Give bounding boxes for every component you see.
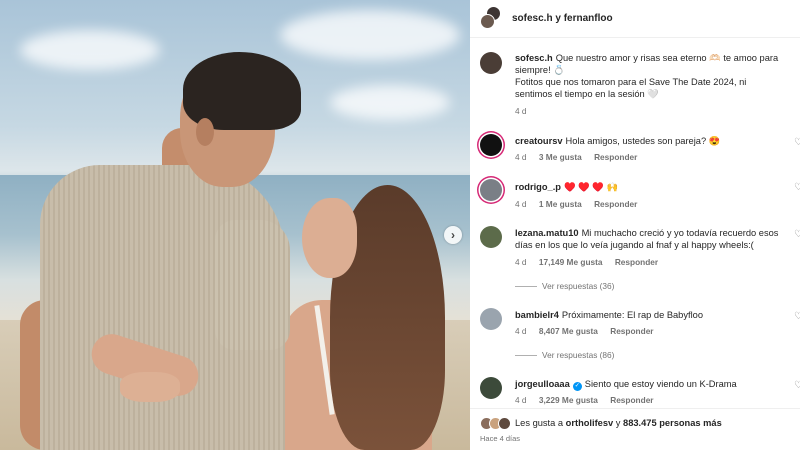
comment-likes[interactable]: 3,229 Me gusta xyxy=(539,395,598,405)
photo-woman-face xyxy=(302,198,357,278)
comment-text: rodrigo_.p ♥️ ♥️ ♥️ 🙌 xyxy=(515,181,785,193)
post-footer: Les gusta a ortholifesv y 883.475 person… xyxy=(470,408,800,450)
comment-body: Hola amigos, ustedes son pareja? 😍 xyxy=(565,136,721,146)
photo-man-ear xyxy=(196,118,214,146)
view-replies-button[interactable]: Ver respuestas (36) xyxy=(515,281,614,291)
comment-likes[interactable]: 8,407 Me gusta xyxy=(539,326,598,336)
photo-woman-hand xyxy=(120,372,180,402)
caption-text: sofesc.h Que nuestro amor y risas sea ete… xyxy=(515,52,785,100)
caption-body-line2: Fotitos que nos tomaron para el Save The… xyxy=(515,77,747,99)
post-side-panel: sofesc.h y fernanfloo sofesc.h Que nuestr… xyxy=(470,0,800,450)
comment-text: creatoursv Hola amigos, ustedes son parej… xyxy=(515,135,785,147)
comment-time[interactable]: 4 d xyxy=(515,199,527,209)
comment-username[interactable]: lezana.matu10 xyxy=(515,228,579,238)
post-time[interactable]: Hace 4 días xyxy=(480,434,520,443)
replies-divider xyxy=(515,355,537,357)
likes-user[interactable]: ortholifesv xyxy=(566,418,614,428)
reply-button[interactable]: Responder xyxy=(615,257,658,267)
comment-body: Siento que estoy viendo un K-Drama xyxy=(584,379,737,389)
comment-meta: 4 d 1 Me gusta Responder xyxy=(515,199,647,209)
comment-body: ♥️ ♥️ ♥️ 🙌 xyxy=(563,182,619,192)
comment-likes[interactable]: 1 Me gusta xyxy=(539,199,582,209)
comment-time[interactable]: 4 d xyxy=(515,326,527,336)
heart-outline-icon[interactable]: ♡ xyxy=(794,380,800,391)
view-replies-label: Ver respuestas (36) xyxy=(542,281,615,291)
comment-time[interactable]: 4 d xyxy=(515,257,527,267)
comment-username[interactable]: jorgeulloaaa xyxy=(515,379,570,389)
liker-avatars[interactable] xyxy=(480,417,520,431)
replies-divider xyxy=(515,286,537,288)
caption-meta: 4 d xyxy=(515,106,537,116)
likes-and: y xyxy=(615,418,621,428)
comment-likes[interactable]: 17,149 Me gusta xyxy=(539,257,603,267)
comment-time[interactable]: 4 d xyxy=(515,152,527,162)
chevron-right-icon: › xyxy=(451,228,455,242)
heart-outline-icon[interactable]: ♡ xyxy=(794,137,800,148)
comment-username[interactable]: bambielr4 xyxy=(515,310,559,320)
caption-username[interactable]: sofesc.h xyxy=(515,53,553,63)
collab-avatars[interactable] xyxy=(480,6,504,30)
post-authors[interactable]: sofesc.h y fernanfloo xyxy=(512,13,613,24)
reply-button[interactable]: Responder xyxy=(610,395,653,405)
photo-cloud xyxy=(330,85,450,120)
view-replies-label: Ver respuestas (86) xyxy=(542,350,615,360)
comment-text: jorgeulloaaa ✓ Siento que estoy viendo un … xyxy=(515,378,785,391)
caption-body-line1: Que nuestro amor y risas sea eterno 🫶🏻 t… xyxy=(515,53,779,75)
avatar xyxy=(480,14,495,29)
comment-username[interactable]: creatoursv xyxy=(515,136,563,146)
comment-meta: 4 d 3,229 Me gusta Responder xyxy=(515,395,664,405)
avatar[interactable] xyxy=(480,134,502,156)
avatar[interactable] xyxy=(480,52,502,74)
heart-outline-icon[interactable]: ♡ xyxy=(794,182,800,193)
photo-cloud xyxy=(20,30,160,70)
avatar xyxy=(498,417,511,430)
reply-button[interactable]: Responder xyxy=(594,152,637,162)
comment-time[interactable]: 4 d xyxy=(515,395,527,405)
comment-text: bambielr4 Próximamente: El rap de Babyflo… xyxy=(515,309,785,321)
reply-button[interactable]: Responder xyxy=(610,326,653,336)
comment-body: Próximamente: El rap de Babyfloo xyxy=(561,310,703,320)
carousel-next-button[interactable]: › xyxy=(444,226,462,244)
comment-username[interactable]: rodrigo_.p xyxy=(515,182,561,192)
comment-likes[interactable]: 3 Me gusta xyxy=(539,152,582,162)
caption-time[interactable]: 4 d xyxy=(515,106,527,116)
post-photo[interactable]: › xyxy=(0,0,470,450)
reply-button[interactable]: Responder xyxy=(594,199,637,209)
likes-prefix: Les gusta a xyxy=(515,418,564,428)
view-replies-button[interactable]: Ver respuestas (86) xyxy=(515,350,614,360)
post-header: sofesc.h y fernanfloo xyxy=(470,0,800,38)
avatar[interactable] xyxy=(480,377,502,399)
avatar[interactable] xyxy=(480,179,502,201)
heart-outline-icon[interactable]: ♡ xyxy=(794,311,800,322)
likes-count[interactable]: 883.475 personas más xyxy=(623,418,722,428)
avatar[interactable] xyxy=(480,308,502,330)
likes-summary[interactable]: Les gusta a ortholifesv y 883.475 person… xyxy=(515,418,722,428)
photo-man-sleeve xyxy=(215,220,290,350)
photo-cloud xyxy=(280,10,460,60)
avatar[interactable] xyxy=(480,226,502,248)
verified-badge-icon: ✓ xyxy=(572,382,582,391)
comment-meta: 4 d 3 Me gusta Responder xyxy=(515,152,647,162)
comment-meta: 4 d 17,149 Me gusta Responder xyxy=(515,257,668,267)
comment-text: lezana.matu10 Mi muchacho creció y yo tod… xyxy=(515,227,785,251)
comment-meta: 4 d 8,407 Me gusta Responder xyxy=(515,326,664,336)
heart-outline-icon[interactable]: ♡ xyxy=(794,229,800,240)
